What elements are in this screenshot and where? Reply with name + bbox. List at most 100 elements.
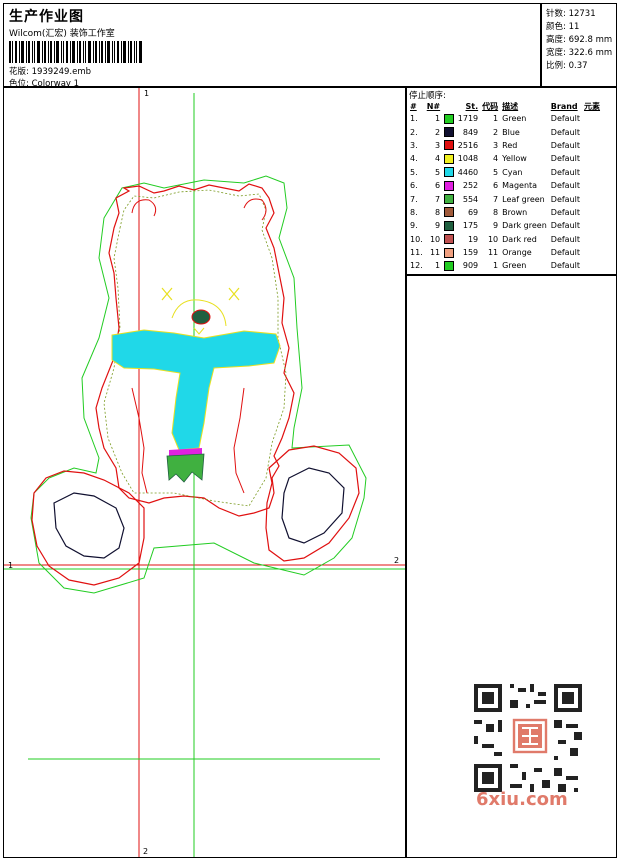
table-row: 2. 2 849 2 Blue Default — [408, 125, 602, 138]
col-needle: N# — [426, 101, 441, 111]
left-ear — [131, 199, 157, 217]
stitch-count-value: 909 — [462, 261, 479, 271]
row-element — [582, 233, 602, 246]
row-code: 10 — [487, 234, 499, 244]
row-needle: 6 — [435, 181, 441, 191]
table-row: 4. 4 1048 4 Yellow Default — [408, 152, 602, 165]
row-stitches: 4460 — [442, 166, 480, 179]
axis-label-left: 1 — [8, 561, 14, 570]
row-description: Red — [502, 140, 518, 150]
watermark-text: 6xiu.com — [476, 789, 568, 810]
stitch-count-value: 252 — [462, 181, 479, 191]
table-row: 7. 7 554 7 Leaf green Default — [408, 192, 602, 205]
row-brand: Default — [550, 114, 581, 124]
row-description: Yellow — [502, 154, 527, 164]
row-element — [582, 246, 602, 259]
row-stitches: 1719 — [442, 112, 480, 125]
row-index: 7. — [410, 194, 418, 204]
table-row: 1. 1 1719 1 Green Default — [408, 112, 602, 125]
right-foot-pad — [281, 467, 345, 544]
barcode — [9, 41, 142, 63]
row-stitches: 2516 — [442, 139, 480, 152]
row-needle: 5 — [435, 167, 441, 177]
row-stitches: 849 — [442, 125, 480, 138]
row-needle: 7 — [435, 194, 441, 204]
row-index: 10. — [410, 234, 423, 244]
table-row: 8. 8 69 8 Brown Default — [408, 206, 602, 219]
row-index: 6. — [410, 181, 418, 191]
stats-panel: 针数: 12731 颜色: 11 高度: 692.8 mm 宽度: 322.6 … — [541, 3, 617, 87]
stop-sequence-panel: 停止顺序: # N# St. 代码 描述 Brand 元素 1. 1 1719 1 Gr… — [406, 87, 617, 275]
col-code: 代码 — [482, 101, 499, 111]
left-foot-pad — [53, 492, 125, 559]
row-stitches: 19 — [442, 233, 480, 246]
row-stitches: 1048 — [442, 152, 480, 165]
row-brand: Default — [550, 261, 581, 271]
row-brand: Default — [550, 194, 581, 204]
stitch-count-value: 159 — [462, 248, 479, 258]
row-element — [582, 166, 602, 179]
mouth — [193, 327, 205, 335]
stitch-count-value: 1048 — [457, 154, 479, 164]
row-stitches: 69 — [442, 206, 480, 219]
qr-code-icon — [470, 680, 586, 796]
row-brand: Default — [550, 181, 581, 191]
row-stitches: 554 — [442, 192, 480, 205]
row-brand: Default — [550, 154, 581, 164]
row-code: 5 — [493, 167, 499, 177]
scarf — [111, 329, 281, 451]
row-description: Leaf green — [502, 194, 545, 204]
axis-label-top: 1 — [144, 89, 150, 98]
stitch-count-value: 2516 — [457, 140, 479, 150]
row-element — [582, 179, 602, 192]
row-element — [582, 219, 602, 232]
row-index: 2. — [410, 127, 418, 137]
row-description: Dark green — [502, 221, 547, 231]
row-stitches: 175 — [442, 219, 480, 232]
row-code: 6 — [493, 181, 499, 191]
design-scale: 比例: 0.37 — [546, 61, 588, 71]
row-element — [582, 112, 602, 125]
row-element — [582, 259, 602, 272]
table-row: 9. 9 175 9 Dark green Default — [408, 219, 602, 232]
row-code: 2 — [493, 127, 499, 137]
design-file: 花版: 1939249.emb — [9, 67, 92, 77]
row-brand: Default — [550, 167, 581, 177]
row-element — [582, 125, 602, 138]
row-needle: 11 — [429, 248, 441, 258]
row-index: 12. — [410, 261, 423, 271]
color-count: 颜色: 11 — [546, 22, 580, 32]
table-row: 11. 11 159 11 Orange Default — [408, 246, 602, 259]
row-description: Magenta — [502, 181, 538, 191]
row-stitches: 159 — [442, 246, 480, 259]
row-brand: Default — [550, 127, 581, 137]
color-swatch — [444, 113, 455, 124]
teddy-bear-design — [4, 88, 405, 857]
row-code: 1 — [493, 114, 499, 124]
right-foot — [265, 445, 360, 562]
row-element — [582, 152, 602, 165]
row-needle: 2 — [435, 127, 441, 137]
color-swatch — [444, 247, 455, 258]
row-needle: 8 — [435, 207, 441, 217]
stitch-count-value: 1719 — [457, 114, 479, 124]
row-index: 3. — [410, 140, 418, 150]
col-description: 描述 — [502, 101, 519, 111]
page-title: 生产作业图 — [9, 9, 84, 25]
table-row: 10. 10 19 10 Dark red Default — [408, 233, 602, 246]
color-swatch — [444, 194, 455, 205]
color-swatch — [444, 140, 455, 151]
row-index: 5. — [410, 167, 418, 177]
row-brand: Default — [550, 234, 581, 244]
design-width: 宽度: 322.6 mm — [546, 48, 613, 58]
left-eye — [161, 287, 173, 301]
row-code: 3 — [493, 140, 499, 150]
row-needle: 4 — [435, 154, 441, 164]
row-description: Dark red — [502, 234, 537, 244]
right-arm — [233, 387, 245, 494]
row-brand: Default — [550, 207, 581, 217]
row-description: Green — [502, 261, 527, 271]
stitch-count-value: 554 — [462, 194, 479, 204]
row-index: 9. — [410, 221, 418, 231]
color-swatch — [444, 260, 455, 271]
